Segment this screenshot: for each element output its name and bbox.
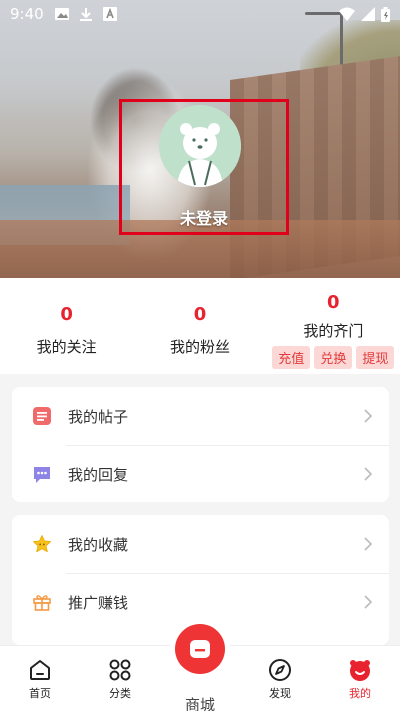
home-icon — [30, 660, 50, 680]
menu-item-my-posts[interactable]: 我的帖子 — [12, 387, 389, 445]
withdraw-button[interactable]: 提现 — [356, 346, 395, 369]
a-notification-icon — [102, 7, 117, 21]
nav-category-label: 分类 — [109, 687, 131, 700]
chevron-right-icon — [364, 409, 373, 423]
chevron-right-icon — [364, 595, 373, 609]
compass-icon — [269, 659, 291, 681]
login-status-text[interactable]: 未登录 — [119, 205, 289, 229]
stat-coins-label: 我的齐门 — [303, 322, 364, 340]
download-icon — [79, 8, 92, 21]
reply-icon — [32, 464, 52, 484]
menu-item-my-replies[interactable]: 我的回复 — [12, 445, 389, 503]
chevron-right-icon — [364, 537, 373, 551]
exchange-button[interactable]: 兑换 — [314, 346, 353, 369]
stats-panel: 0 我的关注 0 我的粉丝 0 我的齐门 充值 兑换 提现 — [0, 278, 400, 374]
wallet-actions: 充值 兑换 提现 — [272, 346, 395, 369]
nav-discover-label: 发现 — [269, 687, 291, 700]
grid-icon — [109, 659, 131, 681]
menu-item-label: 我的帖子 — [68, 407, 129, 426]
nav-discover[interactable]: 发现 — [240, 646, 320, 711]
nav-mall[interactable]: 商城 — [160, 624, 240, 711]
signal-icon — [361, 7, 375, 21]
gift-icon — [32, 592, 52, 612]
nav-home[interactable]: 首页 — [0, 646, 80, 711]
bottom-navigation: 首页 分类 商城 发现 我的 — [0, 624, 400, 711]
stat-following[interactable]: 0 我的关注 — [0, 278, 133, 374]
menu-card-posts: 我的帖子 我的回复 — [12, 387, 389, 502]
menu-item-label: 推广赚钱 — [68, 593, 129, 612]
wifi-icon — [339, 7, 355, 21]
stat-fans[interactable]: 0 我的粉丝 — [133, 278, 266, 374]
stat-fans-count: 0 — [193, 304, 207, 325]
battery-icon — [381, 6, 390, 22]
recharge-button[interactable]: 充值 — [272, 346, 311, 369]
stat-following-count: 0 — [60, 304, 73, 325]
nav-category[interactable]: 分类 — [80, 646, 160, 711]
status-bar: 9:40 — [0, 0, 400, 28]
bear-avatar-icon — [159, 105, 241, 187]
nav-mine[interactable]: 我的 — [320, 646, 400, 711]
shop-icon — [190, 640, 210, 658]
stat-fans-label: 我的粉丝 — [169, 338, 230, 356]
menu-item-label: 我的收藏 — [68, 535, 129, 554]
mall-button[interactable] — [175, 624, 225, 674]
stat-coins[interactable]: 0 我的齐门 充值 兑换 提现 — [267, 278, 400, 374]
menu-item-promote-earn[interactable]: 推广赚钱 — [12, 573, 389, 631]
profile-icon — [350, 660, 370, 681]
star-icon — [32, 534, 52, 554]
avatar[interactable] — [159, 105, 241, 187]
menu-item-my-favorites[interactable]: 我的收藏 — [12, 515, 389, 573]
nav-home-label: 首页 — [29, 687, 51, 700]
stat-following-label: 我的关注 — [36, 338, 97, 356]
stat-coins-count: 0 — [327, 292, 340, 313]
chevron-right-icon — [364, 467, 373, 481]
status-time: 9:40 — [10, 5, 44, 23]
image-notification-icon — [54, 8, 69, 20]
post-icon — [32, 406, 52, 426]
menu-item-label: 我的回复 — [68, 465, 129, 484]
nav-mine-label: 我的 — [349, 687, 371, 700]
nav-mall-label: 商城 — [184, 696, 215, 711]
